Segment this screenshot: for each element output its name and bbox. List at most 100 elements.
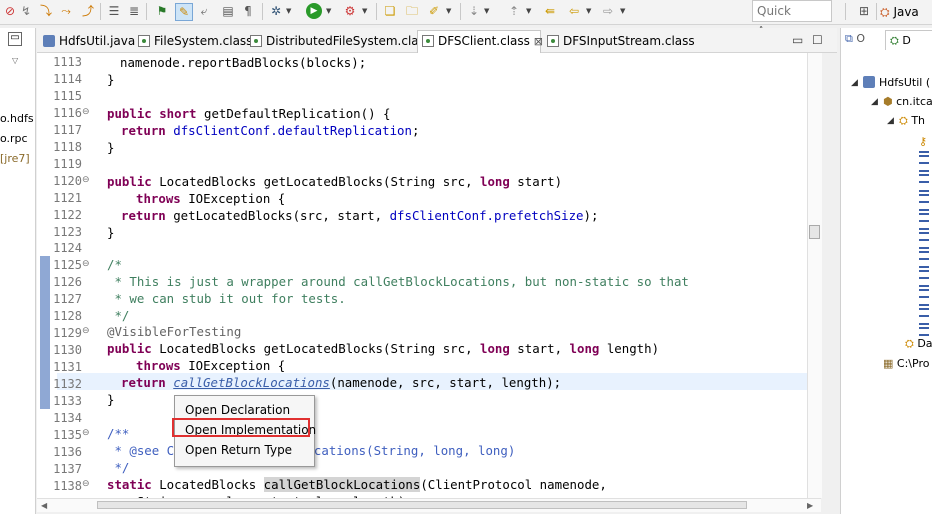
declaration-tab-label: D [902, 34, 911, 47]
fold-collapse-icon[interactable]: ⊖ [82, 104, 90, 121]
fold-collapse-icon[interactable]: ⊖ [82, 256, 90, 273]
vertical-scrollbar[interactable] [807, 53, 822, 498]
horizontal-scroll-thumb[interactable] [97, 501, 747, 509]
line-number: 1125 [53, 258, 82, 273]
fold-collapse-icon[interactable]: ⊖ [82, 425, 90, 442]
tab-hdfsutil-java[interactable]: HdfsUtil.java [39, 31, 135, 51]
declaration-icon: ⛭ [890, 34, 899, 47]
prev-annotation-icon[interactable]: ⇡ [506, 3, 522, 19]
method-icon[interactable] [919, 304, 929, 322]
code-line-1116: public short getDefaultReplication() { [107, 106, 391, 121]
step-return-icon[interactable]: ⤴ [80, 3, 96, 19]
minimize-editor-icon[interactable]: ▭ [792, 33, 803, 47]
fold-collapse-icon[interactable]: ⊖ [82, 476, 90, 493]
code-line-1122: return getLocatedBlocks(src, start, dfsC… [121, 208, 599, 223]
method-icon[interactable] [919, 247, 929, 265]
open-perspective-icon[interactable]: ⊞ [856, 3, 872, 19]
next-annotation-icon[interactable]: ⇣ [466, 3, 482, 19]
tab-label: DFSInputStream.class [563, 34, 695, 48]
show-whitespace-icon[interactable]: ¶ [240, 3, 256, 19]
mark-occurrences-icon[interactable]: ✎ [175, 3, 193, 21]
step-into-icon[interactable]: ⤵ [38, 3, 54, 19]
tab-filesystem-class[interactable]: FileSystem.class [134, 31, 252, 51]
method-icon[interactable] [919, 228, 929, 246]
tab-distributedfilesystem-class[interactable]: DistributedFileSystem.class [246, 31, 431, 51]
menu-item-open-return-type[interactable]: Open Return Type [185, 441, 292, 459]
line-number: 1117 [53, 122, 82, 137]
outline-item[interactable]: ⬢ cn.itca [883, 94, 932, 110]
vertical-scroll-thumb[interactable] [809, 225, 820, 239]
scroll-left-icon[interactable]: ◀ [41, 501, 47, 510]
fold-collapse-icon[interactable]: ⊖ [82, 172, 90, 189]
step-over-icon[interactable]: ⤳ [58, 3, 74, 19]
tree-item[interactable]: [jre7] [0, 152, 30, 165]
expand-arrow-icon[interactable]: ◢ [887, 113, 894, 129]
outline-item-label: HdfsUtil ( [879, 76, 931, 89]
tree-item[interactable]: o.rpc [0, 132, 28, 145]
word-wrap-icon[interactable]: ⤶ [196, 3, 212, 19]
class-icon: ⛭ [905, 337, 914, 350]
line-number: 1132 [53, 377, 82, 392]
line-number: 1126 [53, 275, 82, 290]
open-type-icon[interactable]: ⚑ [154, 3, 170, 19]
debug-icon[interactable]: ✲ [268, 3, 284, 19]
method-icon[interactable] [919, 190, 929, 208]
outline-item[interactable]: ⛭ Th [899, 113, 925, 129]
new-folder-icon[interactable]: ❏ [382, 3, 398, 19]
line-number: 1131 [53, 360, 82, 375]
toggle-comment-icon[interactable]: ☰ [106, 3, 122, 19]
code-line-1133: } [107, 392, 115, 407]
open-folder-icon[interactable]: 🗀 [404, 3, 420, 19]
outline-item[interactable]: ▦ C:\Pro [883, 356, 929, 372]
back-icon[interactable]: ⇦ [566, 3, 582, 19]
maximize-editor-icon[interactable]: ☐ [812, 33, 823, 47]
code-line-1132: return callGetBlockLocations(namenode, s… [121, 375, 562, 390]
outline-item[interactable]: ⛭ Da [905, 336, 932, 352]
menu-item-open-declaration[interactable]: Open Declaration [185, 401, 290, 419]
line-number: 1122 [53, 207, 82, 222]
outline-item[interactable]: HdfsUtil ( [863, 75, 930, 91]
horizontal-scrollbar[interactable]: ◀ ▶ [37, 498, 821, 512]
expand-arrow-icon[interactable]: ◢ [851, 75, 858, 91]
external-tools-icon[interactable]: ⚙ [342, 3, 358, 19]
code-line-1137: */ [107, 460, 130, 475]
outline-panel: ⧉ O ⛭ D ◢ HdfsUtil ( ◢ ⬢ cn.itca ◢ ⛭ Th … [840, 28, 932, 514]
view-menu-icon[interactable]: ▽ [12, 56, 18, 65]
tab-dfsinputstream-class[interactable]: DFSInputStream.class [543, 31, 695, 51]
close-tab-icon[interactable]: ⊠ [534, 35, 543, 48]
perspective-label: Java [893, 5, 919, 19]
line-number: 1115 [53, 88, 82, 103]
java-perspective-button[interactable]: ⛭ Java [880, 2, 932, 22]
declaration-tab[interactable]: ⛭ D [885, 30, 932, 50]
format-icon[interactable]: ≣ [126, 3, 142, 19]
block-selection-icon[interactable]: ▤ [220, 3, 236, 19]
quick-access-input[interactable]: Quick Access [752, 0, 832, 38]
key-icon[interactable]: ⚷ [919, 134, 927, 150]
line-number: 1118 [53, 139, 82, 154]
last-edit-icon[interactable]: ⇚ [542, 3, 558, 19]
method-icon[interactable] [919, 209, 929, 227]
outline-tab[interactable]: ⧉ O [845, 32, 865, 46]
outline-item-label: Th [911, 114, 926, 127]
fold-collapse-icon[interactable]: ⊖ [82, 323, 90, 340]
code-line-1118: } [107, 140, 115, 155]
run-icon[interactable]: ▶ [306, 3, 322, 19]
code-line-1128: */ [107, 308, 130, 323]
forward-icon[interactable]: ⇨ [600, 3, 616, 19]
tree-item[interactable]: o.hdfs [0, 112, 34, 125]
minimize-icon[interactable]: ▭ [8, 32, 22, 46]
method-icon[interactable] [919, 266, 929, 284]
method-icon[interactable] [919, 285, 929, 303]
method-icon[interactable] [919, 151, 929, 169]
scroll-right-icon[interactable]: ▶ [807, 501, 813, 510]
class-icon: ⛭ [899, 114, 908, 127]
method-icon[interactable] [919, 170, 929, 188]
class-file-icon [250, 35, 262, 47]
skip-breakpoints-icon[interactable]: ⊘ [2, 3, 18, 19]
pen-icon[interactable]: ✐ [426, 3, 442, 19]
tab-label: HdfsUtil.java [59, 34, 136, 48]
tab-dfsclient-class[interactable]: DFSClient.class ⊠ [417, 30, 543, 53]
method-hyperlink[interactable]: callGetBlockLocations [173, 375, 330, 390]
expand-arrow-icon[interactable]: ◢ [871, 94, 878, 110]
debug-step-icon[interactable]: ↯ [18, 3, 34, 19]
